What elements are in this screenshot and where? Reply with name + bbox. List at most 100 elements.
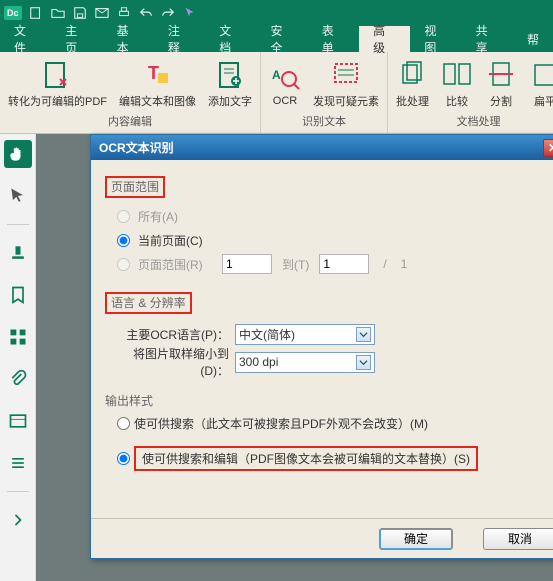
- dpi-label: 将图片取样缩小到(D)：: [105, 345, 235, 379]
- combo-value: 300 dpi: [239, 355, 278, 369]
- ribbon-label: 转化为可编辑的PDF: [8, 93, 107, 109]
- opt-searchable[interactable]: 使可供搜索（此文本可被搜索且PDF外观不会改变）(M): [117, 415, 553, 432]
- menu-view[interactable]: 视图: [410, 26, 461, 52]
- opt-all-pages[interactable]: 所有(A): [117, 204, 553, 228]
- section-page-range: 页面范围: [105, 176, 553, 198]
- print-icon[interactable]: [114, 3, 134, 23]
- menu-home[interactable]: 主页: [51, 26, 102, 52]
- menu-help[interactable]: 帮: [513, 26, 553, 52]
- find-suspects[interactable]: 发现可疑元素: [309, 57, 383, 111]
- app-logo: Dc: [4, 6, 22, 20]
- chevron-down-icon: [356, 355, 371, 370]
- section-lang: 语言 & 分辨率: [105, 292, 553, 314]
- ribbon-label: 分割: [490, 93, 512, 109]
- add-text[interactable]: 添加文字: [204, 57, 256, 111]
- flatten[interactable]: 扁平: [525, 57, 553, 111]
- ribbon-label: 扁平: [534, 93, 553, 109]
- bookmark-tool-icon[interactable]: [4, 281, 32, 309]
- opt-label: 当前页面(C): [138, 232, 203, 249]
- opt-label: 使可供搜索（此文本可被搜索且PDF外观不会改变）(M): [134, 415, 428, 432]
- range-from-input[interactable]: [222, 254, 272, 274]
- menu-bar: 文件 主页 基本 注释 文档 安全 表单 高级 视图 共享 帮: [0, 26, 553, 52]
- total-pages: 1: [401, 257, 408, 271]
- dialog-title-text: OCR文本识别: [99, 139, 174, 156]
- ok-button[interactable]: 确定: [379, 528, 453, 550]
- convert-editable-pdf[interactable]: 转化为可编辑的PDF: [4, 57, 111, 111]
- new-icon[interactable]: [26, 3, 46, 23]
- separator: [7, 491, 29, 492]
- document-background: OCR文本识别 ✕ 页面范围 所有(A) 当前页面(C): [36, 134, 553, 581]
- ribbon-label: 编辑文本和图像: [119, 93, 196, 109]
- batch-process[interactable]: 批处理: [392, 57, 433, 111]
- ribbon-label: OCR: [273, 95, 297, 107]
- radio-current[interactable]: [117, 234, 130, 247]
- ribbon-group-label: 内容编辑: [108, 113, 152, 131]
- ocr-dialog: OCR文本识别 ✕ 页面范围 所有(A) 当前页面(C): [90, 134, 553, 559]
- hand-tool-icon[interactable]: [4, 140, 32, 168]
- lang-combo[interactable]: 中文(简体): [235, 324, 375, 345]
- edit-text-image[interactable]: T 编辑文本和图像: [115, 57, 200, 111]
- menu-doc[interactable]: 文档: [205, 26, 256, 52]
- menu-basic[interactable]: 基本: [103, 26, 154, 52]
- work-area: OCR文本识别 ✕ 页面范围 所有(A) 当前页面(C): [0, 134, 553, 581]
- chevron-down-icon: [356, 327, 371, 342]
- separator: [7, 224, 29, 225]
- thumbnail-tool-icon[interactable]: [4, 323, 32, 351]
- radio-editable[interactable]: [117, 452, 130, 465]
- field-tool-icon[interactable]: [4, 407, 32, 435]
- ribbon: 转化为可编辑的PDF T 编辑文本和图像 添加文字 内容编辑 A OCR 发现可…: [0, 52, 553, 134]
- row-dpi: 将图片取样缩小到(D)： 300 dpi: [105, 348, 553, 376]
- stamp-tool-icon[interactable]: [4, 239, 32, 267]
- slash-label: /: [383, 257, 386, 271]
- svg-text:A: A: [272, 68, 281, 82]
- split[interactable]: 分割: [481, 57, 521, 111]
- ribbon-label: 发现可疑元素: [313, 93, 379, 109]
- cancel-button[interactable]: 取消: [483, 528, 553, 550]
- radio-searchable[interactable]: [117, 417, 130, 430]
- menu-security[interactable]: 安全: [256, 26, 307, 52]
- opt-label: 页面范围(R): [138, 256, 218, 273]
- dialog-body: 页面范围 所有(A) 当前页面(C) 页面范围(R): [91, 160, 553, 518]
- attachment-tool-icon[interactable]: [4, 365, 32, 393]
- redo-icon[interactable]: [158, 3, 178, 23]
- menu-file[interactable]: 文件: [0, 26, 51, 52]
- select-tool-icon[interactable]: [4, 182, 32, 210]
- opt-label: 使可供搜索和编辑（PDF图像文本会被可编辑的文本替换）(S): [134, 446, 478, 471]
- ribbon-group-label: 文档处理: [457, 113, 501, 131]
- ribbon-label: 添加文字: [208, 93, 252, 109]
- menu-advanced[interactable]: 高级: [359, 26, 410, 52]
- opt-label: 所有(A): [138, 208, 178, 225]
- mail-icon[interactable]: [92, 3, 112, 23]
- ribbon-group-ocr: A OCR 发现可疑元素 识别文本: [261, 52, 388, 133]
- dpi-combo[interactable]: 300 dpi: [235, 352, 375, 373]
- collapse-tool-icon[interactable]: [4, 506, 32, 534]
- row-ocr-lang: 主要OCR语言(P)： 中文(简体): [105, 320, 553, 348]
- cursor-down-icon[interactable]: [180, 3, 200, 23]
- radio-range: [117, 258, 130, 271]
- dialog-footer: 确定 取消: [91, 518, 553, 558]
- ribbon-label: 批处理: [396, 93, 429, 109]
- opt-page-range[interactable]: 页面范围(R) 到(T) / 1: [117, 252, 553, 276]
- dialog-close-button[interactable]: ✕: [543, 139, 553, 157]
- open-icon[interactable]: [48, 3, 68, 23]
- to-label: 到(T): [282, 256, 309, 273]
- compare[interactable]: 比较: [437, 57, 477, 111]
- opt-current-page[interactable]: 当前页面(C): [117, 228, 553, 252]
- ocr-button[interactable]: A OCR: [265, 59, 305, 109]
- combo-value: 中文(简体): [239, 326, 295, 343]
- save-icon[interactable]: [70, 3, 90, 23]
- list-tool-icon[interactable]: [4, 449, 32, 477]
- undo-icon[interactable]: [136, 3, 156, 23]
- menu-share[interactable]: 共享: [462, 26, 513, 52]
- menu-form[interactable]: 表单: [308, 26, 359, 52]
- ribbon-group-label: 识别文本: [302, 113, 346, 131]
- range-to-input[interactable]: [319, 254, 369, 274]
- ribbon-label: 比较: [446, 93, 468, 109]
- lang-label: 主要OCR语言(P)：: [105, 326, 235, 343]
- ribbon-group-content: 转化为可编辑的PDF T 编辑文本和图像 添加文字 内容编辑: [0, 52, 261, 133]
- svg-text:T: T: [148, 63, 159, 83]
- radio-all: [117, 210, 130, 223]
- opt-editable[interactable]: 使可供搜索和编辑（PDF图像文本会被可编辑的文本替换）(S): [117, 446, 553, 471]
- left-toolstrip: [0, 134, 36, 581]
- menu-annot[interactable]: 注释: [154, 26, 205, 52]
